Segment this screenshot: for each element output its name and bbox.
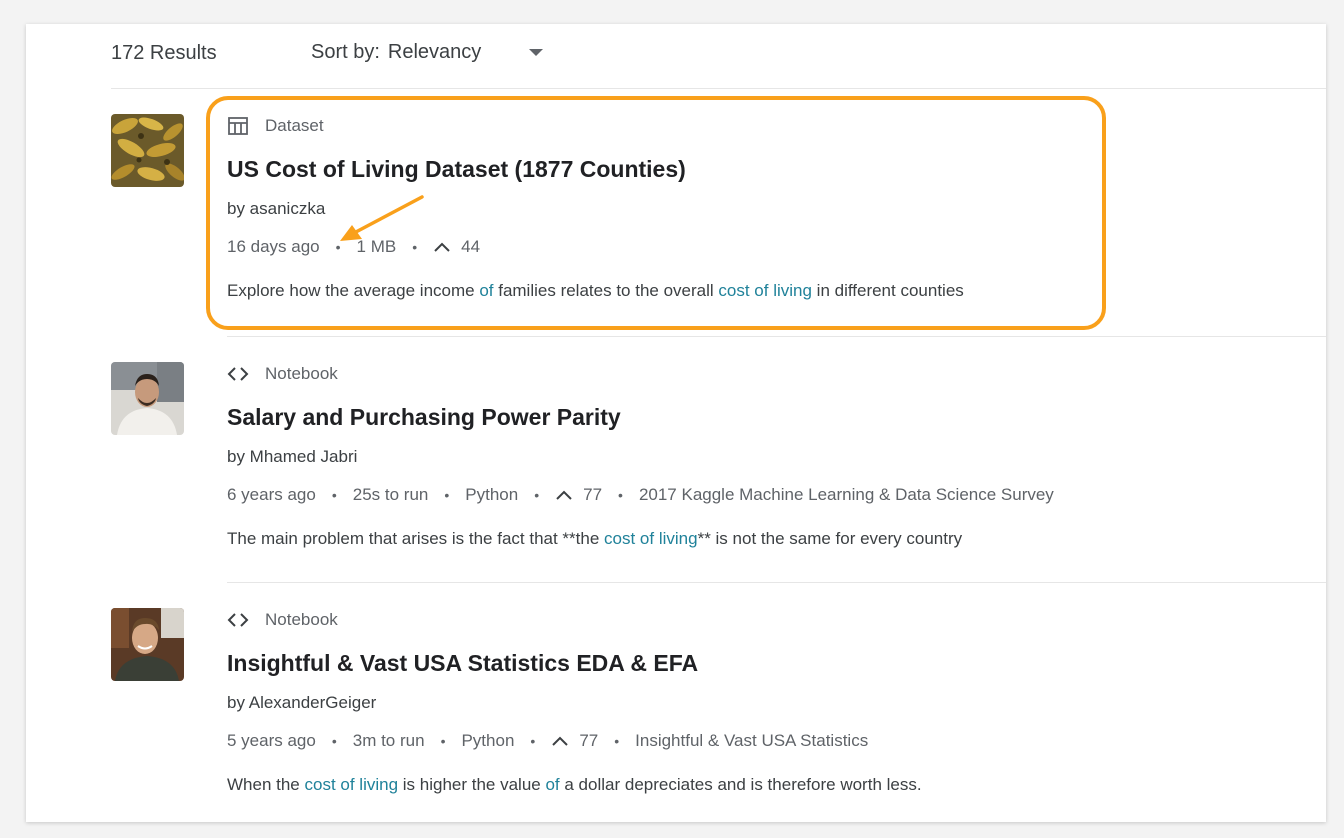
upvote-count[interactable]: 77 (555, 484, 602, 506)
upvote-count[interactable]: 77 (551, 730, 598, 752)
description-text: is higher the value (398, 775, 546, 794)
search-term-highlight: cost of living (304, 775, 399, 794)
separator-dot: • (444, 487, 450, 503)
upvote-value: 77 (579, 731, 599, 750)
upvote-value: 77 (583, 485, 603, 504)
result-description: The main problem that arises is the fact… (227, 528, 1326, 550)
dataset-thumbnail (111, 114, 184, 187)
description-text: ** is not the same for every country (697, 529, 963, 548)
results-toolbar: 172 Results Sort by: Relevancy (111, 24, 1326, 89)
result-language: Python (465, 485, 519, 504)
code-icon (227, 609, 249, 631)
result-type-label: Notebook (265, 610, 338, 629)
result-title[interactable]: Insightful & Vast USA Statistics EDA & E… (227, 648, 1326, 678)
upvote-chevron-icon (552, 736, 569, 746)
separator-dot: • (534, 487, 540, 503)
result-type: Notebook (227, 362, 1326, 386)
result-source-link[interactable]: 2017 Kaggle Machine Learning & Data Scie… (639, 484, 1054, 506)
description-text: a dollar depreciates and is therefore wo… (559, 775, 922, 794)
result-age: 5 years ago (227, 731, 316, 750)
result-type: Notebook (227, 608, 1326, 632)
search-results-panel: 172 Results Sort by: Relevancy Dataset U… (26, 24, 1326, 822)
separator-dot: • (614, 733, 620, 749)
result-title[interactable]: Salary and Purchasing Power Parity (227, 402, 1326, 432)
annotation-arrow-icon (340, 195, 424, 241)
description-text: When the (227, 775, 305, 794)
results-count: 172 Results (111, 42, 217, 64)
separator-dot: • (530, 733, 536, 749)
result-age: 6 years ago (227, 485, 316, 504)
separator-dot: • (618, 487, 623, 503)
result-runtime: 3m to run (352, 731, 425, 750)
code-icon (227, 363, 249, 385)
description-text: The main problem that arises is the fact… (227, 529, 605, 548)
result-author[interactable]: by Mhamed Jabri (227, 446, 1326, 468)
search-term-highlight: cost of living (604, 529, 698, 548)
search-term-highlight: of (545, 775, 560, 794)
result-meta: 5 years ago • 3m to run • Python • 77 • … (227, 730, 1326, 752)
separator-dot: • (440, 733, 446, 749)
sort-dropdown[interactable]: Sort by: Relevancy (311, 34, 544, 70)
result-author[interactable]: by AlexanderGeiger (227, 692, 1326, 714)
sort-label: Sort by: (311, 40, 380, 63)
result-runtime: 25s to run (352, 485, 429, 504)
result-divider (227, 336, 1326, 337)
result-language: Python (461, 731, 515, 750)
upvote-chevron-icon (556, 490, 572, 500)
sort-value: Relevancy (387, 40, 482, 63)
result-divider (227, 582, 1326, 583)
chevron-down-icon (529, 48, 544, 56)
result-type-label: Notebook (265, 364, 338, 383)
author-avatar (111, 362, 184, 435)
result-source-link[interactable]: Insightful & Vast USA Statistics (635, 730, 868, 752)
result-meta: 6 years ago • 25s to run • Python • 77 •… (227, 484, 1326, 506)
result-description: When the cost of living is higher the va… (227, 774, 1326, 796)
separator-dot: • (331, 733, 337, 749)
separator-dot: • (331, 487, 337, 503)
author-avatar (111, 608, 184, 681)
